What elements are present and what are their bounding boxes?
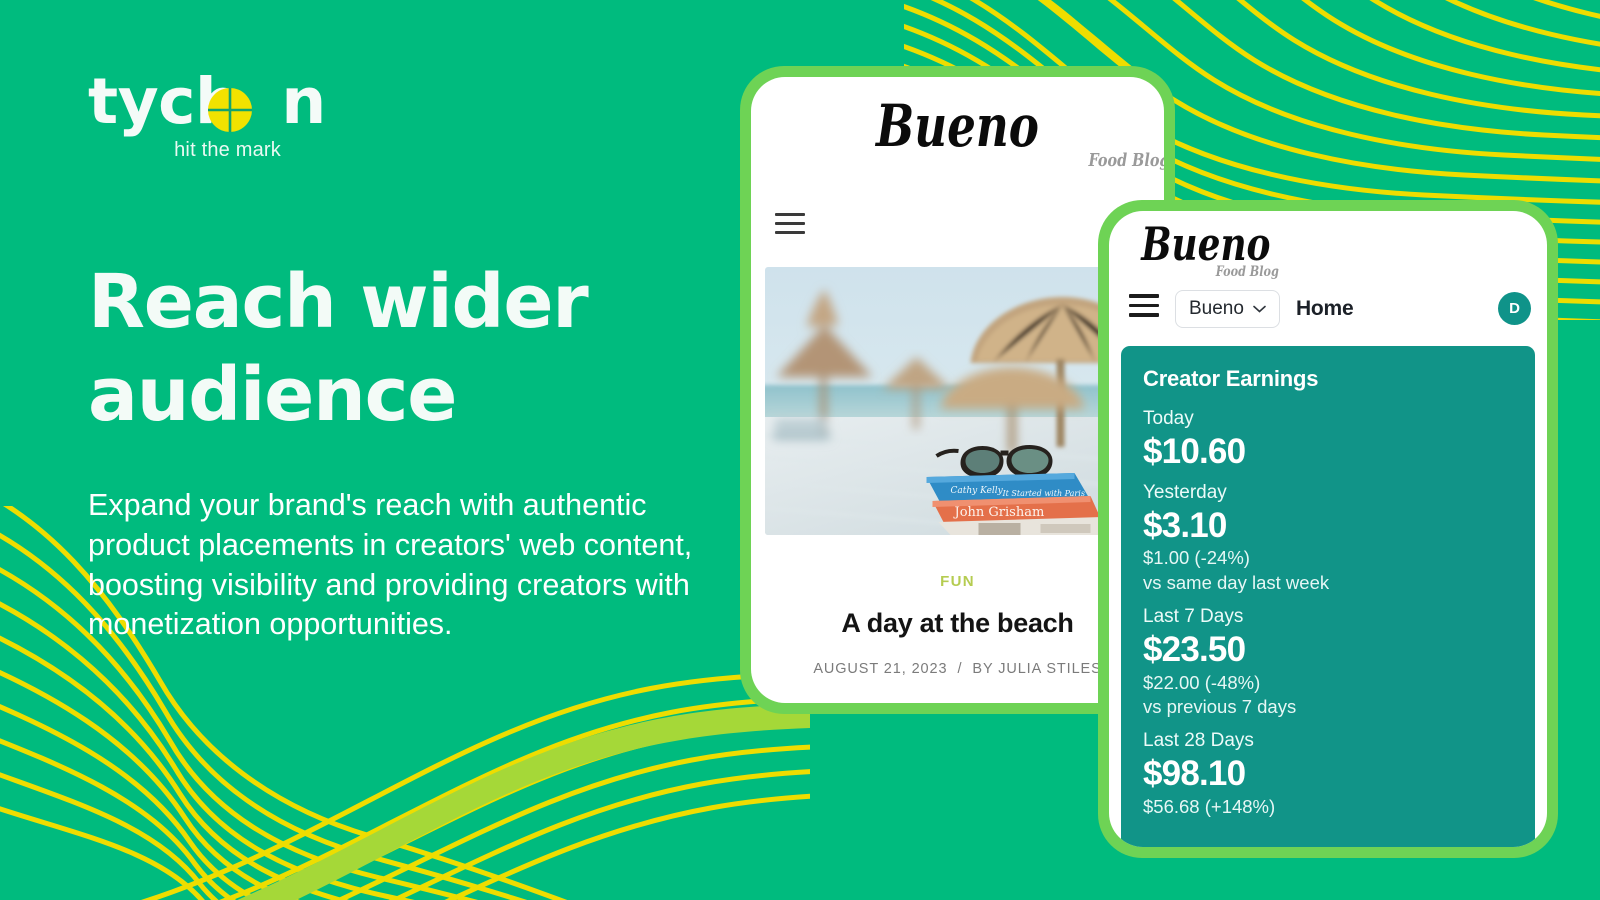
earnings-delta: $56.68 (+148%) <box>1143 795 1276 817</box>
earnings-value: $98.10 <box>1143 754 1246 794</box>
phone1-brand-subtitle: Food Blog <box>1088 150 1164 172</box>
meta-separator: / <box>957 661 963 678</box>
chevron-down-icon <box>1253 305 1266 313</box>
earnings-delta: $1.00 (-24%) <box>1143 547 1250 569</box>
phone-mockup-dashboard: Bueno Food Blog Bueno Home D Creator Ear… <box>1098 200 1558 858</box>
earnings-label: Today <box>1143 407 1194 429</box>
hero-body-text: Expand your brand's reach with authentic… <box>88 488 693 642</box>
logo-wordmark: tych n <box>88 70 326 133</box>
hamburger-icon[interactable] <box>775 213 805 240</box>
poster-canvas: tych n hit the mark Reach wider audience … <box>0 0 1600 900</box>
earnings-comparison: vs previous 7 days <box>1143 696 1297 718</box>
headline-line-2: audience <box>88 352 457 439</box>
phone2-brand-header[interactable]: Bueno Food Blog <box>1109 211 1547 280</box>
earnings-row[interactable]: Yesterday $3.10 $1.00 (-24%) vs same day… <box>1143 482 1513 596</box>
earnings-label: Last 28 Days <box>1143 730 1254 752</box>
phone2-screen: Bueno Food Blog Bueno Home D Creator Ear… <box>1109 211 1547 847</box>
avatar[interactable]: D <box>1498 292 1531 326</box>
earnings-value: $3.10 <box>1143 505 1227 545</box>
article-author[interactable]: BY JULIA STILES <box>972 661 1101 677</box>
phone2-brand-name: Bueno <box>1141 217 1271 271</box>
earnings-value: $10.60 <box>1143 431 1246 471</box>
earnings-value: $23.50 <box>1143 630 1246 670</box>
earnings-row[interactable]: Last 28 Days $98.10 $56.68 (+148%) <box>1143 730 1513 819</box>
hero-content: tych n hit the mark Reach wider audience … <box>88 70 708 645</box>
hamburger-icon[interactable] <box>1129 294 1159 323</box>
article-date: AUGUST 21, 2023 <box>813 661 948 678</box>
site-select-value: Bueno <box>1189 297 1244 319</box>
logo-text-part2: n <box>281 65 326 138</box>
target-icon <box>208 88 252 132</box>
dashboard-navbar: Bueno Home D <box>1109 280 1547 342</box>
earnings-card-title: Creator Earnings <box>1143 365 1319 391</box>
earnings-row[interactable]: Today $10.60 <box>1143 408 1513 472</box>
earnings-delta: $22.00 (-48%) <box>1143 671 1261 693</box>
logo-tagline: hit the mark <box>174 139 281 161</box>
article-hero-image: Cathy Kelly It Started with Paris John G… <box>765 267 1150 536</box>
svg-text:John Grisham: John Grisham <box>953 505 1045 520</box>
page-label-home[interactable]: Home <box>1296 297 1354 321</box>
earnings-comparison: vs same day last week <box>1143 572 1330 594</box>
svg-text:Cathy Kelly: Cathy Kelly <box>951 486 1004 496</box>
site-select-dropdown[interactable]: Bueno <box>1175 289 1280 328</box>
phone1-brand-name: Bueno <box>876 92 1039 160</box>
creator-earnings-card: Creator Earnings Today $10.60 Yesterday … <box>1121 345 1535 847</box>
page-title: Reach wider audience <box>88 256 648 442</box>
phone1-brand-header[interactable]: Bueno Food Blog <box>751 77 1164 171</box>
earnings-label: Last 7 Days <box>1143 606 1244 628</box>
headline-line-1: Reach wider <box>88 259 589 345</box>
earnings-row[interactable]: Last 7 Days $23.50 $22.00 (-48%) vs prev… <box>1143 606 1513 720</box>
earnings-label: Yesterday <box>1143 481 1227 503</box>
tychon-logo[interactable]: tych n hit the mark <box>88 70 708 178</box>
phone2-brand-subtitle: Food Blog <box>1215 263 1279 280</box>
